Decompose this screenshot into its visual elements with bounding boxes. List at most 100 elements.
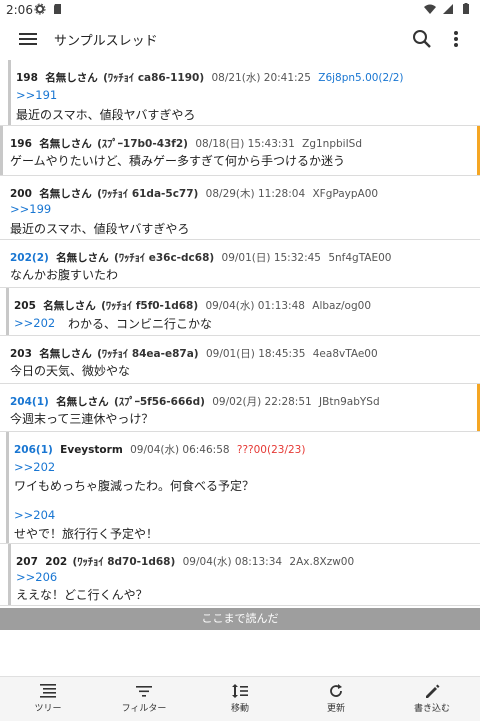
nav-refresh-label: 更新 <box>326 704 345 714</box>
post-body: わかる、コンビニ行こかな <box>68 317 213 331</box>
post-anchor-link-2[interactable]: >>204 <box>14 508 55 522</box>
post-list[interactable]: 198 名無しさん (ﾜｯﾁｮｲ ca86-1190) 08/21(水) 20:… <box>0 58 480 608</box>
post-id[interactable]: XFgPaypA00 <box>312 188 378 200</box>
battery-icon <box>463 3 469 14</box>
post-body: 今日の天気、微妙やな <box>10 364 131 378</box>
post-uid: (ﾜｯﾁｮｲ 8d70-1d68) <box>72 556 176 568</box>
post-body: 最近のスマホ、値段ヤバすぎやろ <box>16 108 196 122</box>
post-number[interactable]: 204(1) <box>10 396 49 408</box>
post-header: 202(2) 名無しさん (ﾜｯﾁｮｲ e36c-dc68) 09/01(日) … <box>10 250 391 265</box>
nav-tree-button[interactable]: ツリー <box>0 677 96 721</box>
indent-bar <box>8 544 11 605</box>
post-uid: (ﾜｯﾁｮｲ ca86-1190) <box>103 72 205 84</box>
post-body: ゲームやりたいけど、積みゲー多すぎて何から手つけるか迷う <box>10 154 346 168</box>
post-date: 09/04(水) 08:13:34 <box>182 556 283 568</box>
nav-filter-label: フィルター <box>121 704 167 714</box>
post-name: 名無しさん <box>39 188 92 200</box>
post-item[interactable]: 198 名無しさん (ﾜｯﾁｮｲ ca86-1190) 08/21(水) 20:… <box>0 60 480 126</box>
post-item[interactable]: 202(2) 名無しさん (ﾜｯﾁｮｲ e36c-dc68) 09/01(日) … <box>0 240 480 288</box>
post-uid: (ﾜｯﾁｮｲ e36c-dc68) <box>114 252 215 264</box>
post-anchor-link[interactable]: >>202 <box>14 460 55 474</box>
post-number[interactable]: 205 <box>14 300 36 312</box>
post-anchor-link[interactable]: >>191 <box>16 88 57 102</box>
post-item[interactable]: 200 名無しさん (ﾜｯﾁｮｲ 61da-5c77) 08/29(木) 11:… <box>0 176 480 240</box>
refresh-icon <box>330 684 342 697</box>
post-header: 204(1) 名無しさん (ｽﾌﾟｰ5f56-666d) 09/02(月) 22… <box>10 394 380 409</box>
nav-tree-label: ツリー <box>34 704 62 714</box>
nav-filter-button[interactable]: フィルター <box>96 677 192 721</box>
post-header: 198 名無しさん (ﾜｯﾁｮｲ ca86-1190) 08/21(水) 20:… <box>16 70 404 85</box>
post-anchor-link[interactable]: >>202 <box>14 316 55 330</box>
read-marker: ここまで読んだ <box>0 608 480 630</box>
post-item[interactable]: 203 名無しさん (ﾜｯﾁｮｲ 84ea-e87a) 09/01(日) 18:… <box>0 336 480 384</box>
tree-icon <box>40 684 56 698</box>
post-uid: (ｽﾌﾟｰ5f56-666d) <box>114 396 205 408</box>
post-name: 名無しさん <box>43 300 96 312</box>
post-item[interactable]: 204(1) 名無しさん (ｽﾌﾟｰ5f56-666d) 09/02(月) 22… <box>0 384 480 432</box>
post-number[interactable]: 200 <box>10 188 32 200</box>
nav-refresh-button[interactable]: 更新 <box>288 677 384 721</box>
pencil-icon <box>426 684 440 698</box>
search-icon[interactable] <box>410 27 434 51</box>
post-anchor-link[interactable]: >>199 <box>10 202 51 216</box>
post-number[interactable]: 203 <box>10 348 32 360</box>
indent-bar <box>6 288 9 335</box>
post-item[interactable]: 206(1) Eveystorm 09/04(水) 06:46:58 ???00… <box>0 432 480 544</box>
nav-write-label: 書き込む <box>413 704 450 714</box>
post-id[interactable]: Zg1npbiISd <box>302 138 362 150</box>
nav-move-label: 移動 <box>230 704 249 714</box>
filter-icon <box>136 686 152 697</box>
more-vert-icon[interactable] <box>446 27 466 51</box>
status-bar: 2:06 <box>0 0 480 20</box>
post-id[interactable]: Albaz/og00 <box>312 300 371 312</box>
post-number[interactable]: 202(2) <box>10 252 49 264</box>
menu-icon[interactable] <box>16 27 40 51</box>
nav-write-button[interactable]: 書き込む <box>384 677 480 721</box>
post-name: 202 <box>45 556 68 568</box>
post-number[interactable]: 206(1) <box>14 444 53 456</box>
post-number[interactable]: 198 <box>16 72 38 84</box>
wifi-icon <box>424 4 436 14</box>
post-header: 206(1) Eveystorm 09/04(水) 06:46:58 ???00… <box>14 442 305 457</box>
post-item[interactable]: 205 名無しさん (ﾜｯﾁｮｲ f5f0-1d68) 09/04(水) 01:… <box>0 288 480 336</box>
post-anchor-link[interactable]: >>206 <box>16 570 57 584</box>
post-name: 名無しさん <box>39 138 92 150</box>
post-header: 200 名無しさん (ﾜｯﾁｮｲ 61da-5c77) 08/29(木) 11:… <box>10 186 378 201</box>
post-uid: (ｽﾌﾟｰ17b0-43f2) <box>97 138 188 150</box>
post-item[interactable]: 207 202 (ﾜｯﾁｮｲ 8d70-1d68) 09/04(水) 08:13… <box>0 544 480 606</box>
app-bar: サンプルスレッド <box>0 20 480 59</box>
post-id[interactable]: 2Ax.8Xzw00 <box>289 556 354 568</box>
post-header: 207 202 (ﾜｯﾁｮｲ 8d70-1d68) 09/04(水) 08:13… <box>16 554 354 569</box>
post-date: 09/04(水) 01:13:48 <box>205 300 305 312</box>
indent-bar <box>0 126 3 175</box>
post-body: 最近のスマホ、値段ヤバすぎやろ <box>10 222 190 236</box>
post-header: 203 名無しさん (ﾜｯﾁｮｲ 84ea-e87a) 09/01(日) 18:… <box>10 346 378 361</box>
bottom-nav: ツリー フィルター 移動 更新 書き込む <box>0 676 480 721</box>
settings-icon <box>34 3 46 15</box>
move-icon <box>232 684 248 698</box>
nav-move-button[interactable]: 移動 <box>192 677 288 721</box>
post-id[interactable]: JBtn9abYSd <box>319 396 380 408</box>
sd-card-icon <box>54 4 61 14</box>
post-uid: (ﾜｯﾁｮｲ 61da-5c77) <box>97 188 199 200</box>
post-body-2: せやで！旅行行く予定や！ <box>14 527 159 541</box>
indent-bar <box>8 60 11 125</box>
status-time: 2:06 <box>6 3 33 17</box>
thread-title: サンプルスレッド <box>54 34 158 49</box>
post-id[interactable]: Z6j8pn5.00(2/2) <box>318 72 403 84</box>
post-header: 196 名無しさん (ｽﾌﾟｰ17b0-43f2) 08/18(日) 15:43… <box>10 136 362 151</box>
post-id[interactable]: 5nf4gTAE00 <box>328 252 391 264</box>
post-body: ええな！どこ行くんや？ <box>16 588 148 602</box>
post-uid: (ﾜｯﾁｮｲ f5f0-1d68) <box>101 300 199 312</box>
post-name: 名無しさん <box>39 348 92 360</box>
post-body: 今週末って三連休やっけ？ <box>10 412 154 426</box>
signal-icon <box>443 4 453 14</box>
post-header: 205 名無しさん (ﾜｯﾁｮｲ f5f0-1d68) 09/04(水) 01:… <box>14 298 371 313</box>
post-number[interactable]: 196 <box>10 138 32 150</box>
indent-bar <box>6 432 9 543</box>
post-id[interactable]: 4ea8vTAe00 <box>313 348 378 360</box>
post-item[interactable]: 196 名無しさん (ｽﾌﾟｰ17b0-43f2) 08/18(日) 15:43… <box>0 126 480 176</box>
post-number[interactable]: 207 <box>16 556 38 568</box>
post-date: 09/04(水) 06:46:58 <box>130 444 230 456</box>
post-id[interactable]: ???00(23/23) <box>237 444 306 456</box>
